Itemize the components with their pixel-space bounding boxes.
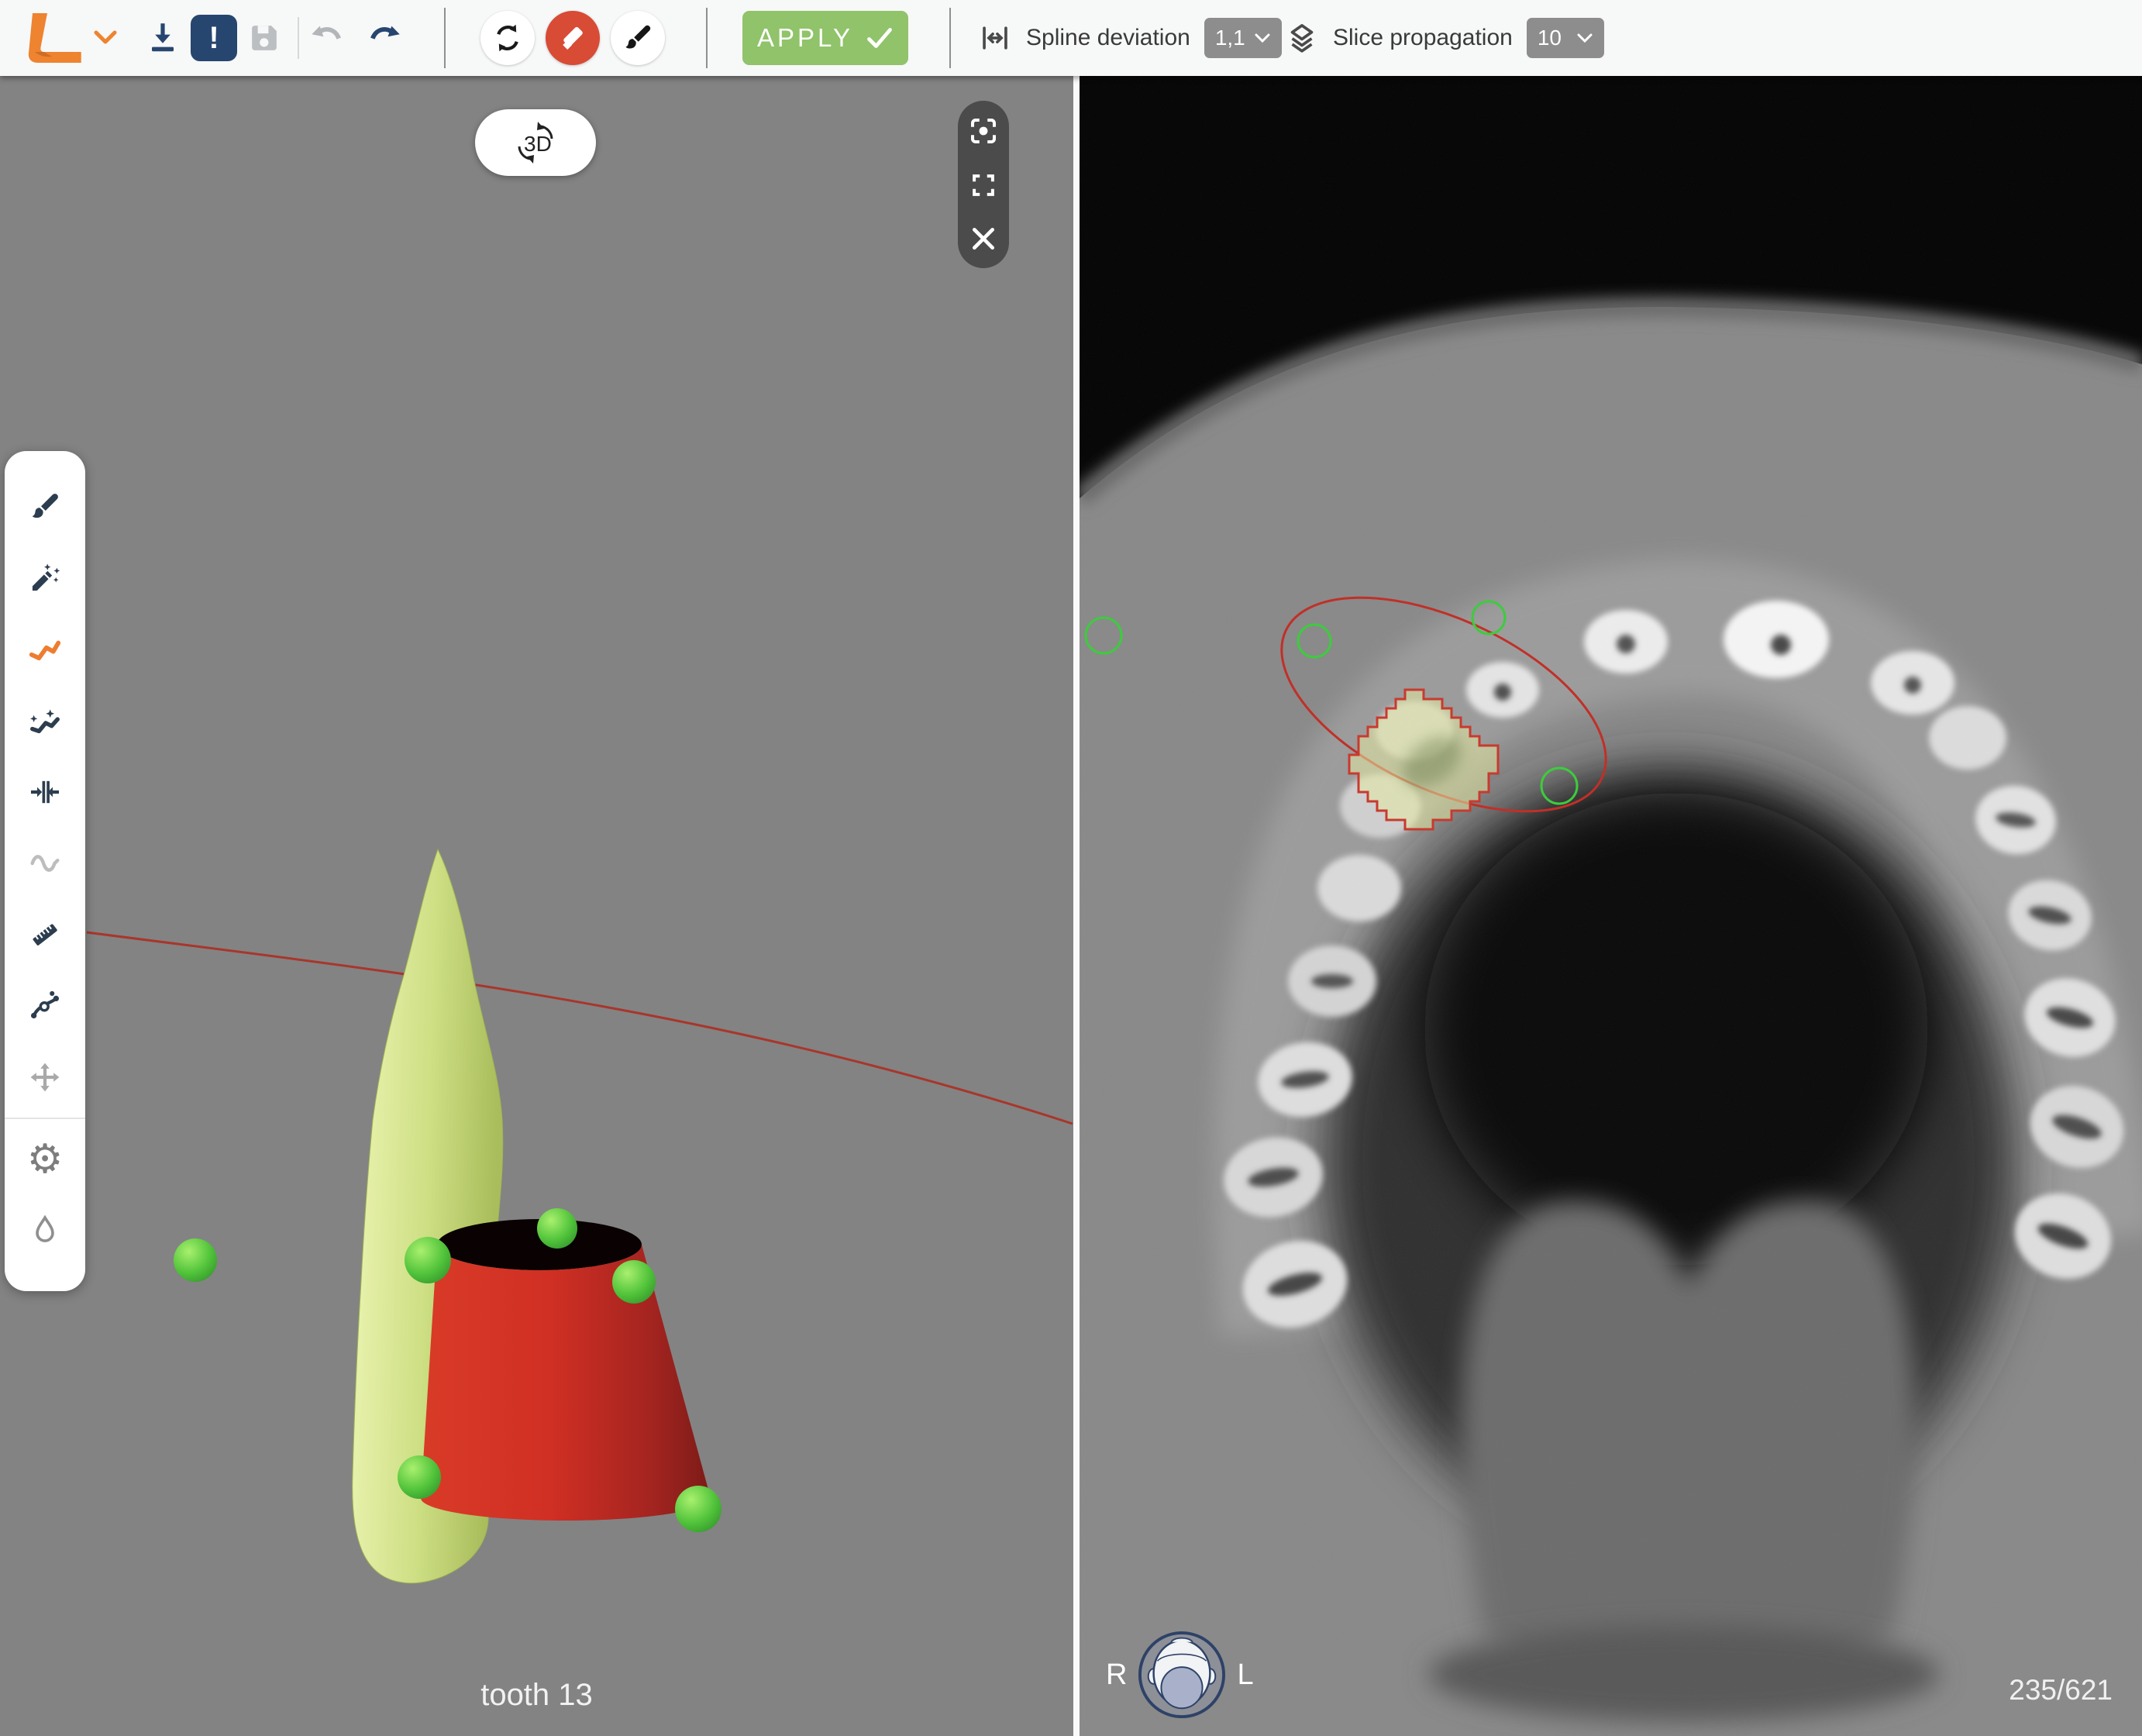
tool-magic-wand[interactable] — [9, 542, 81, 614]
save-button[interactable] — [245, 0, 284, 76]
top-toolbar: ! — [0, 0, 2142, 76]
slice-propagation-value: 10 — [1538, 26, 1562, 50]
control-sphere[interactable] — [675, 1486, 721, 1532]
control-sphere[interactable] — [537, 1208, 577, 1249]
download-button[interactable] — [144, 0, 181, 76]
tool-settings-gear[interactable]: ⚙ — [9, 1124, 81, 1195]
check-icon — [866, 26, 894, 50]
apply-button[interactable]: APPLY — [742, 11, 908, 65]
droplet-icon — [27, 1213, 63, 1249]
slice-counter: 235/621 — [2009, 1674, 2113, 1707]
gear-icon: ⚙ — [27, 1139, 64, 1180]
workspace: 3D — [0, 76, 2142, 1736]
head-orientation-icon — [1136, 1629, 1228, 1720]
fullscreen-icon — [969, 170, 998, 200]
spline-deviation-value: 1,1 — [1215, 26, 1245, 50]
save-icon — [245, 19, 284, 57]
tool-merge-collapse[interactable] — [9, 756, 81, 828]
control-sphere[interactable] — [405, 1237, 451, 1283]
toolbar-divider — [949, 8, 951, 68]
fullscreen-button[interactable] — [969, 170, 998, 200]
control-sphere[interactable] — [398, 1455, 441, 1499]
ct-viewport[interactable]: R L 235/621 — [1080, 76, 2142, 1736]
close-button[interactable] — [968, 223, 999, 254]
brush-tool-button[interactable] — [611, 11, 665, 65]
rotate-sync-icon — [491, 21, 525, 55]
slice-propagation-dropdown[interactable]: 10 — [1527, 18, 1604, 58]
apply-label: APPLY — [757, 23, 853, 53]
chevron-down-icon — [1254, 33, 1271, 43]
tool-brush[interactable] — [9, 471, 81, 542]
rotate-3d-label: 3D — [524, 132, 552, 156]
tool-palette: ⚙ — [5, 451, 85, 1291]
spline-deviation-label: Spline deviation — [1026, 25, 1190, 51]
control-sphere[interactable] — [174, 1238, 217, 1282]
report-button[interactable]: ! — [191, 0, 237, 76]
report-glyph: ! — [208, 21, 219, 56]
rotate-tool-button[interactable] — [480, 11, 535, 65]
orientation-right-label: R — [1097, 1658, 1136, 1692]
spline-deviation-group: Spline deviation 1,1 — [978, 0, 1282, 76]
bezier-node-icon — [27, 988, 63, 1024]
sine-curve-icon — [27, 846, 63, 881]
layers-icon — [1285, 21, 1319, 55]
eraser-icon — [556, 21, 590, 55]
close-icon — [968, 223, 999, 254]
spline-deviation-dropdown[interactable]: 1,1 — [1204, 18, 1282, 58]
focus-target-button[interactable] — [967, 115, 1000, 147]
slice-propagation-group: Slice propagation 10 — [1285, 0, 1604, 76]
orientation-widget[interactable]: R L — [1097, 1629, 1263, 1720]
polyline-spline-icon — [27, 632, 63, 667]
undo-icon — [307, 18, 347, 58]
3d-scene[interactable] — [0, 76, 1073, 1736]
slice-propagation-label: Slice propagation — [1333, 25, 1513, 51]
chevron-down-icon[interactable] — [93, 0, 118, 76]
tool-polyline-spline[interactable] — [9, 614, 81, 685]
redo-button[interactable] — [364, 0, 405, 76]
tool-droplet[interactable] — [9, 1195, 81, 1266]
brush-icon — [27, 489, 63, 525]
3d-viewport-controls — [958, 101, 1009, 268]
orientation-left-label: L — [1228, 1658, 1262, 1692]
auto-spline-icon — [27, 703, 63, 739]
eraser-tool-button[interactable] — [546, 11, 600, 65]
brand-logo-icon — [14, 10, 91, 66]
chevron-down-icon — [1576, 33, 1593, 43]
toolbar-divider — [444, 8, 446, 68]
tool-pan-move[interactable] — [9, 1042, 81, 1113]
focus-target-icon — [967, 115, 1000, 147]
brand-logo[interactable] — [14, 0, 91, 76]
report-icon: ! — [191, 15, 237, 61]
toolbar-divider — [298, 17, 299, 59]
model-caption: tooth 13 — [0, 1678, 1073, 1713]
3d-viewport[interactable]: 3D — [0, 76, 1073, 1736]
tool-auto-spline[interactable] — [9, 685, 81, 756]
ruler-icon — [27, 917, 63, 952]
ct-slice-scene[interactable] — [1080, 76, 2142, 1736]
axis-spline-line[interactable] — [87, 932, 1073, 1124]
rotate-3d-button[interactable]: 3D — [475, 109, 596, 176]
redo-icon — [364, 18, 405, 58]
toolbar-divider — [706, 8, 708, 68]
dental-segmentation-app: ! — [0, 0, 2142, 1736]
tool-bezier-node[interactable] — [9, 970, 81, 1042]
arrows-horizontal-icon — [978, 21, 1012, 55]
undo-button[interactable] — [307, 0, 347, 76]
palette-divider — [5, 1118, 85, 1119]
pan-move-icon — [27, 1059, 63, 1095]
brush-icon — [621, 21, 655, 55]
merge-collapse-icon — [27, 774, 63, 810]
magic-wand-icon — [27, 560, 63, 596]
rotate-3d-icon: 3D — [493, 117, 578, 168]
download-icon — [144, 19, 181, 57]
crown-segment-mesh[interactable] — [421, 1245, 711, 1521]
tool-ruler[interactable] — [9, 899, 81, 970]
control-sphere[interactable] — [612, 1260, 656, 1304]
tool-sine-curve[interactable] — [9, 828, 81, 899]
